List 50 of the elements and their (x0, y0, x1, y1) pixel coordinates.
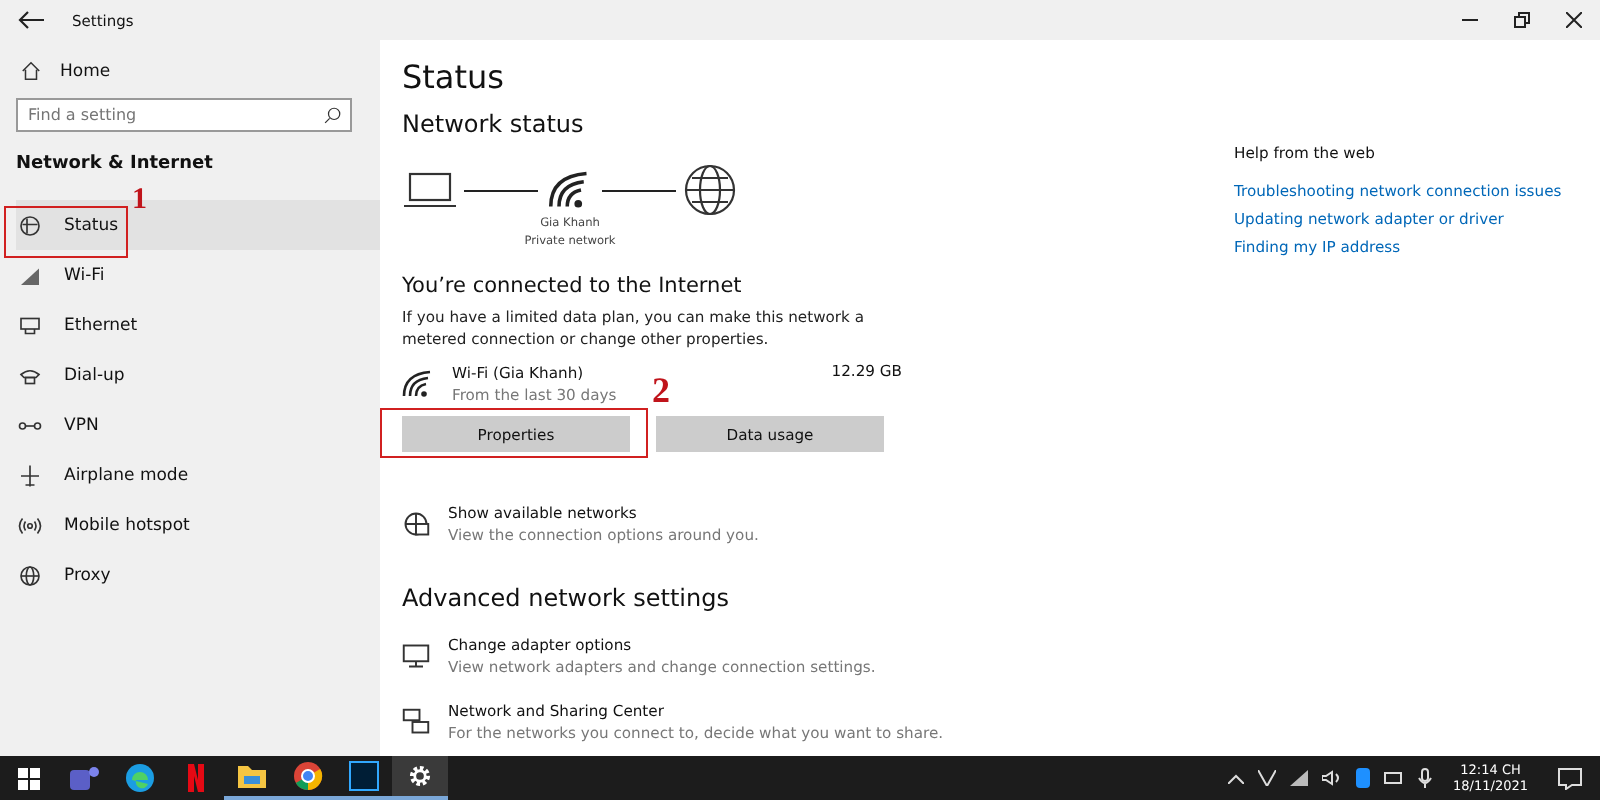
v-logo-icon[interactable] (1257, 770, 1276, 786)
globe-icon (18, 563, 42, 587)
minimize-icon[interactable] (1462, 18, 1478, 22)
wifi-icon (548, 168, 592, 212)
globe-icon (682, 162, 738, 218)
computers-icon (402, 708, 430, 736)
taskbar-app[interactable] (280, 756, 336, 800)
sidebar-item[interactable]: Ethernet (16, 300, 380, 350)
people-icon[interactable] (68, 764, 100, 792)
chevron-up-icon[interactable] (1227, 773, 1244, 783)
restore-icon[interactable] (1514, 12, 1530, 28)
home-link[interactable]: Home (60, 61, 111, 81)
globe-icon (402, 510, 430, 538)
network-icon[interactable] (1289, 770, 1308, 786)
microphone-icon[interactable] (1417, 768, 1432, 788)
section-heading: Advanced network settings (402, 584, 731, 612)
highlight-frame (4, 206, 128, 258)
n-app-icon[interactable] (186, 762, 206, 794)
wifi-icon (402, 368, 434, 400)
settings-icon[interactable] (406, 762, 434, 790)
taskbar-app[interactable] (392, 756, 448, 800)
signal-icon (18, 263, 42, 287)
laptop-icon (402, 170, 458, 210)
sidebar-item[interactable]: Dial-up (16, 350, 380, 400)
sidebar-item[interactable]: VPN (16, 400, 380, 450)
page-title: Status (402, 58, 506, 96)
search-icon (324, 106, 342, 124)
folder-icon[interactable] (236, 762, 268, 790)
close-icon[interactable] (1566, 12, 1582, 28)
step-number: 2 (652, 370, 670, 412)
sidebar-item[interactable]: Wi-Fi (16, 250, 380, 300)
home-icon (20, 60, 42, 82)
sidebar-item[interactable]: Mobile hotspot (16, 500, 380, 550)
speaker-icon[interactable] (1321, 770, 1342, 786)
monitor-icon (402, 642, 430, 670)
section-heading: Network status (402, 110, 586, 138)
section-heading: Network & Internet (16, 154, 215, 174)
globe-icon (18, 213, 42, 237)
sidebar-item[interactable]: Airplane mode (16, 450, 380, 500)
sidebar-item[interactable]: Proxy (16, 550, 380, 600)
back-icon[interactable] (18, 10, 46, 30)
windows-icon[interactable] (17, 767, 39, 789)
browser-icon[interactable] (124, 762, 156, 794)
ps-app-icon[interactable] (348, 760, 380, 792)
search-field[interactable]: Find a setting (16, 98, 352, 132)
monitor-icon (18, 313, 42, 337)
browser-icon[interactable] (292, 760, 324, 792)
connection-heading: You’re connected to the Internet (402, 274, 744, 298)
hotspot-icon (18, 513, 42, 537)
notification-icon[interactable] (1558, 767, 1582, 789)
